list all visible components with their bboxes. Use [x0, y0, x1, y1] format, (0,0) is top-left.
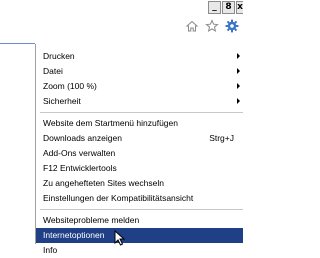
submenu-arrow-icon — [237, 53, 240, 59]
menu-item-label: Internetoptionen — [43, 230, 105, 240]
maximize-button[interactable]: 8 — [222, 1, 235, 14]
menu-item-internet-options[interactable]: Internetoptionen — [36, 228, 243, 243]
menu-item-label: Info — [43, 245, 58, 255]
menu-item-label: Sicherheit — [43, 96, 81, 106]
tools-gear-icon[interactable] — [225, 19, 239, 33]
menu-item-label: Websiteprobleme melden — [43, 215, 140, 225]
menu-item-label: Datei — [43, 66, 63, 76]
menu-item-zoom[interactable]: Zoom (100 %) — [36, 79, 243, 94]
close-button[interactable]: x — [236, 1, 243, 14]
menu-item-label: Zu angehefteten Sites wechseln — [43, 178, 164, 188]
menu-item-label: F12 Entwicklertools — [43, 163, 117, 173]
menu-item-add-to-start-menu[interactable]: Website dem Startmenü hinzufügen — [36, 116, 243, 131]
menu-item-label: Add-Ons verwalten — [43, 148, 116, 158]
menu-item-label: Zoom (100 %) — [43, 81, 97, 91]
menu-item-compatibility-view-settings[interactable]: Einstellungen der Kompatibilitätsansicht — [36, 191, 243, 206]
menu-item-shortcut: Strg+J — [209, 133, 234, 143]
menu-item-view-downloads[interactable]: Downloads anzeigen Strg+J — [36, 131, 243, 146]
home-icon[interactable] — [185, 19, 199, 33]
tools-dropdown-menu: Drucken Datei Zoom (100 %) Sicherheit We… — [35, 44, 243, 255]
menu-item-label: Einstellungen der Kompatibilitätsansicht — [43, 193, 194, 203]
browser-chrome: _ 8 x — [0, 0, 243, 40]
menu-item-info[interactable]: Info — [36, 243, 243, 258]
menu-item-f12-devtools[interactable]: F12 Entwicklertools — [36, 161, 243, 176]
page-content-area — [0, 44, 35, 244]
submenu-arrow-icon — [237, 98, 240, 104]
submenu-arrow-icon — [237, 68, 240, 74]
favorites-star-icon[interactable] — [205, 19, 219, 33]
menu-item-pinned-sites[interactable]: Zu angehefteten Sites wechseln — [36, 176, 243, 191]
menu-item-report-website-problems[interactable]: Websiteprobleme melden — [36, 213, 243, 228]
submenu-arrow-icon — [237, 83, 240, 89]
window-controls: _ 8 x — [207, 1, 243, 14]
menu-item-label: Downloads anzeigen — [43, 133, 122, 143]
menu-item-datei[interactable]: Datei — [36, 64, 243, 79]
menu-item-label: Drucken — [43, 51, 75, 61]
toolbar-icons — [185, 19, 239, 33]
menu-separator — [40, 209, 243, 210]
menu-item-sicherheit[interactable]: Sicherheit — [36, 94, 243, 109]
menu-item-manage-addons[interactable]: Add-Ons verwalten — [36, 146, 243, 161]
menu-item-drucken[interactable]: Drucken — [36, 49, 243, 64]
menu-separator — [40, 112, 243, 113]
menu-item-label: Website dem Startmenü hinzufügen — [43, 118, 178, 128]
minimize-button[interactable]: _ — [208, 1, 221, 14]
